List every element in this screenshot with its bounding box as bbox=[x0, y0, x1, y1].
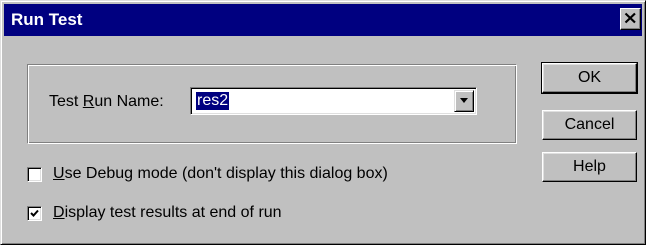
chevron-down-icon bbox=[460, 98, 468, 103]
close-button[interactable] bbox=[620, 8, 641, 30]
window-title: Run Test bbox=[11, 10, 83, 29]
debug-mode-label[interactable]: Use Debug mode (don't display this dialo… bbox=[53, 164, 388, 184]
run-test-dialog: Run Test Test Run Name: res2 OK Cancel H… bbox=[0, 0, 646, 245]
ok-button[interactable]: OK bbox=[541, 62, 638, 94]
display-results-checkbox[interactable] bbox=[27, 206, 42, 221]
cancel-button[interactable]: Cancel bbox=[542, 110, 637, 140]
display-results-label[interactable]: Display test results at end of run bbox=[53, 203, 282, 223]
dropdown-button[interactable] bbox=[454, 90, 474, 112]
help-button[interactable]: Help bbox=[542, 152, 637, 182]
test-run-name-combobox[interactable]: res2 bbox=[190, 87, 477, 115]
debug-mode-checkbox[interactable] bbox=[27, 167, 42, 182]
test-run-name-label: Test Run Name: bbox=[49, 93, 164, 110]
title-bar[interactable]: Run Test bbox=[4, 4, 642, 36]
test-run-name-value[interactable]: res2 bbox=[194, 91, 231, 111]
checkmark-icon bbox=[30, 209, 39, 217]
close-icon bbox=[624, 12, 636, 24]
